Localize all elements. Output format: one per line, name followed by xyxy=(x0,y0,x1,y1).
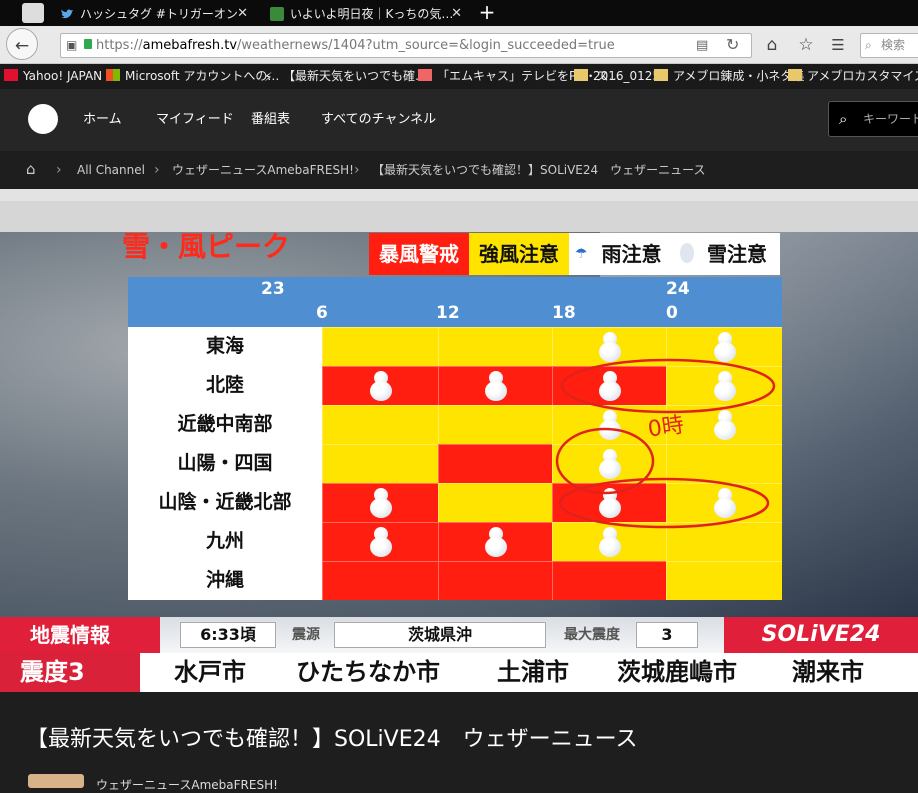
bookmark-item[interactable]: アメブロカスタマイズ関連 xyxy=(788,64,918,89)
bookmark-label: 【最新天気をいつでも確… xyxy=(283,69,428,83)
folder-icon xyxy=(654,69,668,81)
bookmarks-menu-icon[interactable]: ☰ xyxy=(826,28,850,62)
video-player[interactable]: 雪・風ピーク 暴風警戒 強風注意 ☂ 雨注意 雪注意 23 24 6 12 18 … xyxy=(0,189,918,692)
bookmark-item[interactable]: 2016_0125 xyxy=(574,64,660,89)
tab-menu-icon[interactable] xyxy=(22,3,44,23)
site-header xyxy=(0,89,918,151)
tab-title: いよいよ明日夜｜Kっちの気… xyxy=(290,7,454,21)
breadcrumb-channel[interactable]: ウェザーニュースAmebaFRESH! xyxy=(172,151,354,189)
channel-name[interactable]: ウェザーニュースAmebaFRESH! xyxy=(96,776,278,793)
lightning-icon: ⚡ xyxy=(264,70,273,84)
chevron-right-icon: › xyxy=(154,162,160,178)
home-icon[interactable]: ⌂ xyxy=(26,162,42,177)
city-name: 潮来市 xyxy=(792,658,864,686)
keyword-search-input[interactable]: ⌕ キーワード xyxy=(828,101,918,137)
nav-myfeed[interactable]: マイフィード xyxy=(156,89,234,151)
tab-blog[interactable]: いよいよ明日夜｜Kっちの気… ✕ xyxy=(264,2,468,26)
tab-twitter[interactable]: ハッシュタグ #トリガーオン ✕ xyxy=(54,2,254,26)
bookmark-item[interactable]: Microsoft アカウントへの… xyxy=(106,64,279,89)
bookmark-label: アメブロカスタマイズ関連 xyxy=(807,69,918,83)
new-tab-button[interactable]: + xyxy=(476,1,498,25)
page-title: 【最新天気をいつでも確認！】SOLiVE24 ウェザーニュース xyxy=(26,727,638,752)
nav-all-channels[interactable]: すべてのチャンネル xyxy=(321,89,436,151)
bookmark-star-icon[interactable]: ☆ xyxy=(794,28,818,62)
url-host: amebafresh.tv xyxy=(142,38,238,53)
handwritten-note: 0時 xyxy=(646,413,685,443)
quake-max-label: 最大震度 xyxy=(564,627,620,643)
folder-icon xyxy=(788,69,802,81)
intensity-label: 震度3 xyxy=(0,653,140,692)
close-tab-icon[interactable]: ✕ xyxy=(237,2,248,26)
quake-max-value: 3 xyxy=(636,622,698,648)
bookmark-label: 2016_0125 xyxy=(593,69,661,83)
bookmark-item[interactable]: Yahoo! JAPAN xyxy=(4,64,102,89)
bookmark-label: アメブロ錬成・小ネタ集 xyxy=(673,69,805,83)
url-path: /weathernews/1404?utm_source=&login_succ… xyxy=(237,38,615,53)
reader-view-icon[interactable]: ▤ xyxy=(696,38,708,53)
m-logo-icon xyxy=(418,69,432,81)
chevron-right-icon: › xyxy=(354,162,360,178)
quake-label: 地震情報 xyxy=(0,617,160,653)
yahoo-icon xyxy=(4,69,18,81)
microsoft-icon xyxy=(106,69,120,81)
search-icon: ⌕ xyxy=(839,110,848,128)
bookmark-label: Microsoft アカウントへの… xyxy=(125,69,280,83)
site-logo-icon[interactable] xyxy=(28,104,58,134)
twitter-bird-icon xyxy=(61,9,73,19)
channel-avatar[interactable] xyxy=(28,774,84,788)
search-icon: ⌕ xyxy=(865,38,872,52)
nav-home[interactable]: ホーム xyxy=(83,89,122,151)
lock-icon xyxy=(84,39,92,49)
chevron-right-icon: › xyxy=(56,162,62,178)
city-name: 茨城鹿嶋市 xyxy=(617,658,737,686)
city-name: 水戸市 xyxy=(174,658,246,686)
keyword-placeholder: キーワード xyxy=(863,112,918,126)
search-input[interactable]: ⌕ 検索 xyxy=(860,33,918,58)
url-text: https://amebafresh.tv/weathernews/1404?u… xyxy=(96,35,615,56)
solive24-logo: SOLiVE24 xyxy=(724,617,918,653)
city-name: ひたちなか市 xyxy=(296,658,440,686)
breadcrumb-current: 【最新天気をいつでも確認！】SOLiVE24 ウェザーニュース xyxy=(372,163,706,177)
quake-source: 茨城県沖 xyxy=(334,622,546,648)
city-name: 土浦市 xyxy=(497,658,569,686)
bookmark-item[interactable]: ⚡ 【最新天気をいつでも確… xyxy=(264,64,427,89)
home-icon[interactable]: ⌂ xyxy=(760,28,784,62)
search-placeholder: 検索 xyxy=(881,38,906,52)
site-info-icon[interactable]: ▣ xyxy=(66,38,80,52)
folder-icon xyxy=(574,69,588,81)
bookmark-label: Yahoo! JAPAN xyxy=(23,69,103,83)
tab-favicon-icon xyxy=(270,7,284,21)
breadcrumb-all-channel[interactable]: All Channel xyxy=(77,151,145,189)
back-button[interactable]: ← xyxy=(6,28,38,60)
tab-bar: ハッシュタグ #トリガーオン ✕ いよいよ明日夜｜Kっちの気… ✕ + xyxy=(0,0,918,26)
bookmark-item[interactable]: アメブロ錬成・小ネタ集 xyxy=(654,64,804,89)
tab-title: ハッシュタグ #トリガーオン xyxy=(80,7,238,21)
close-tab-icon[interactable]: ✕ xyxy=(451,2,462,26)
url-prefix: https:// xyxy=(96,38,143,53)
reload-icon[interactable]: ↻ xyxy=(726,35,739,54)
nav-schedule[interactable]: 番組表 xyxy=(251,89,290,151)
quake-source-label: 震源 xyxy=(292,627,320,643)
quake-time: 6:33頃 xyxy=(180,622,276,648)
